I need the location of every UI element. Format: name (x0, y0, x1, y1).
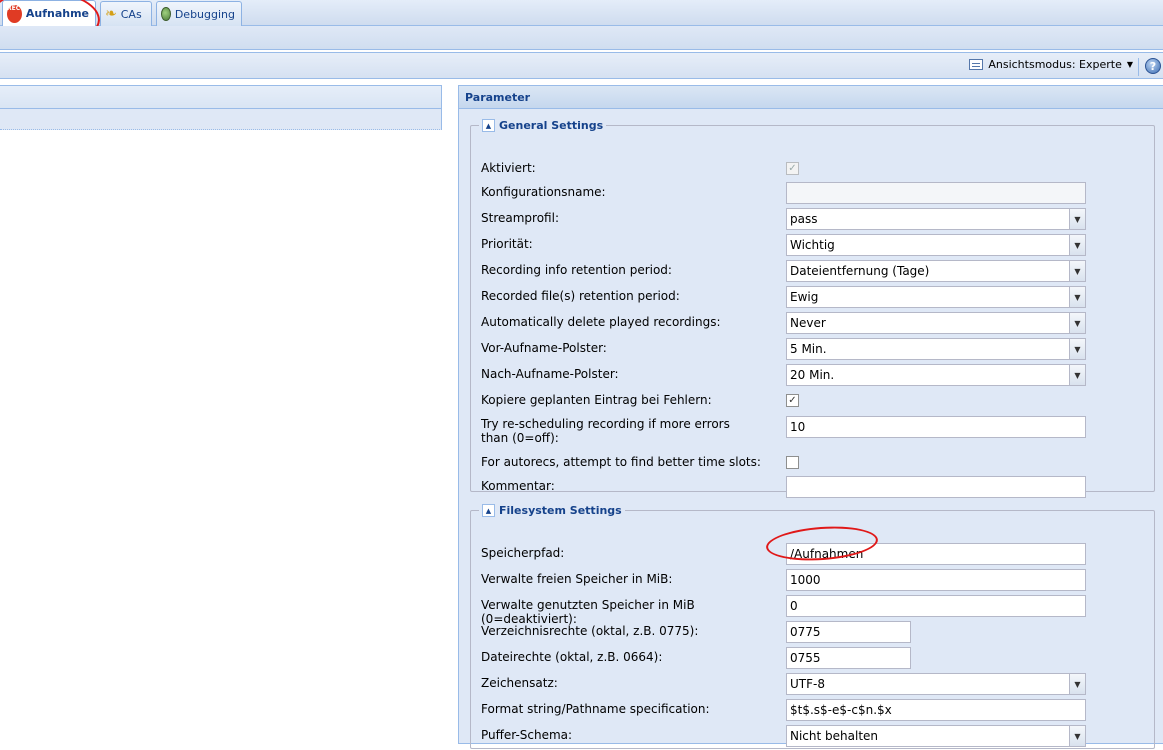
field-label: Vor-Aufname-Polster: (481, 341, 607, 355)
fieldset-title: General Settings (499, 119, 604, 132)
field-label: Recorded file(s) retention period: (481, 289, 680, 303)
field-label: Speicherpfad: (481, 546, 565, 560)
field-label: Dateirechte (oktal, z.B. 0664): (481, 650, 663, 664)
rescheduling-input[interactable]: 10 (786, 416, 1086, 438)
collapse-icon[interactable]: ▲ (482, 504, 495, 517)
filesystem-settings-legend: ▲ Filesystem Settings (479, 504, 625, 517)
field-label: Automatically delete played recordings: (481, 315, 721, 329)
tab-label: Debugging (174, 7, 235, 21)
select-value: Never (790, 316, 826, 330)
fieldset-title: Filesystem Settings (499, 504, 622, 517)
key-icon: ❧ (105, 6, 117, 22)
select-value: Ewig (790, 290, 819, 304)
field-info-retention: Recording info retention period: Dateien… (481, 260, 1141, 285)
view-mode-icon (969, 59, 984, 70)
field-label: Verwalte freien Speicher in MiB: (481, 572, 673, 586)
kommentar-input[interactable] (786, 476, 1086, 498)
frei-input[interactable]: 1000 (786, 569, 1086, 591)
auto-delete-select[interactable]: Never ▼ (786, 312, 1086, 334)
konfigname-input[interactable] (786, 182, 1086, 204)
tab-cas[interactable]: ❧ CAs (100, 1, 152, 26)
field-file-retention: Recorded file(s) retention period: Ewig … (481, 286, 1141, 311)
aktiviert-checkbox[interactable]: ✓ (786, 162, 799, 175)
select-value: 5 Min. (790, 342, 827, 356)
field-label: Puffer-Schema: (481, 728, 573, 742)
tab-debugging[interactable]: Debugging (156, 1, 242, 26)
format-input[interactable]: $t$.s$-e$-c$n.$x (786, 699, 1086, 721)
filesystem-settings-fieldset: ▲ Filesystem Settings Speicherpfad: /Auf… (470, 504, 1155, 749)
field-streamprofil: Streamprofil: pass ▼ (481, 208, 1141, 233)
info-retention-select[interactable]: Dateientfernung (Tage) ▼ (786, 260, 1086, 282)
verzrechte-input[interactable]: 0775 (786, 621, 911, 643)
streamprofil-select[interactable]: pass ▼ (786, 208, 1086, 230)
field-prioritaet: Priorität: Wichtig ▼ (481, 234, 1141, 259)
view-mode-menu[interactable]: Ansichtsmodus: Experte ▼ (969, 58, 1133, 71)
sub-tab-bar (0, 26, 1163, 50)
chevron-down-icon[interactable]: ▼ (1069, 234, 1086, 256)
field-nach-polster: Nach-Aufname-Polster: 20 Min. ▼ (481, 364, 1141, 389)
chevron-down-icon[interactable]: ▼ (1069, 286, 1086, 308)
select-value: Dateientfernung (Tage) (790, 264, 930, 278)
field-puffer: Puffer-Schema: Nicht behalten ▼ (481, 725, 1141, 750)
help-icon[interactable]: ? (1145, 58, 1161, 74)
file-retention-select[interactable]: Ewig ▼ (786, 286, 1086, 308)
vor-polster-select[interactable]: 5 Min. ▼ (786, 338, 1086, 360)
field-label: Streamprofil: (481, 211, 559, 225)
field-label: Recording info retention period: (481, 263, 672, 277)
tab-strip: REC Aufnahme ❧ CAs Debugging (0, 0, 1163, 26)
parameter-panel: Parameter ▲ General Settings Aktiviert: … (458, 85, 1163, 749)
field-zeichensatz: Zeichensatz: UTF-8 ▼ (481, 673, 1141, 698)
field-label: Verzeichnisrechte (oktal, z.B. 0775): (481, 624, 699, 638)
tab-aufnahme[interactable]: REC Aufnahme (2, 0, 96, 26)
nach-polster-select[interactable]: 20 Min. ▼ (786, 364, 1086, 386)
field-label: Zeichensatz: (481, 676, 558, 690)
field-label: Verwalte genutzten Speicher in MiB (0=de… (481, 598, 695, 626)
field-label: Kopiere geplanten Eintrag bei Fehlern: (481, 393, 712, 407)
toolbar: Ansichtsmodus: Experte ▼ ? (0, 52, 1163, 79)
zeichensatz-select[interactable]: UTF-8 ▼ (786, 673, 1086, 695)
select-value: Wichtig (790, 238, 835, 252)
chevron-down-icon[interactable]: ▼ (1069, 338, 1086, 360)
chevron-down-icon[interactable]: ▼ (1069, 208, 1086, 230)
field-label: For autorecs, attempt to find better tim… (481, 455, 761, 469)
chevron-down-icon[interactable]: ▼ (1069, 673, 1086, 695)
field-label: Kommentar: (481, 479, 555, 493)
chevron-down-icon: ▼ (1126, 60, 1133, 69)
genutzt-input[interactable]: 0 (786, 595, 1086, 617)
grid-row[interactable] (0, 109, 442, 130)
collapse-icon[interactable]: ▲ (482, 119, 495, 132)
field-label: Format string/Pathname specification: (481, 702, 710, 716)
select-value: 20 Min. (790, 368, 835, 382)
field-label: Try re-scheduling recording if more erro… (481, 417, 730, 445)
toolbar-separator (1138, 58, 1139, 76)
kopiere-checkbox[interactable]: ✓ (786, 394, 799, 407)
general-settings-fieldset: ▲ General Settings Aktiviert: ✓ Konfigur… (470, 119, 1155, 498)
field-label: Aktiviert: (481, 161, 536, 175)
prioritaet-select[interactable]: Wichtig ▼ (786, 234, 1086, 256)
select-value: pass (790, 212, 818, 226)
tab-label: CAs (120, 7, 142, 21)
chevron-down-icon[interactable]: ▼ (1069, 260, 1086, 282)
select-value: UTF-8 (790, 677, 825, 691)
field-auto-delete: Automatically delete played recordings: … (481, 312, 1141, 337)
tab-label: Aufnahme (25, 7, 89, 20)
speicherpfad-input[interactable]: /Aufnahmen (786, 543, 1086, 565)
panel-title: Parameter (459, 86, 1163, 109)
grid-header (0, 85, 442, 109)
general-settings-legend: ▲ General Settings (479, 119, 606, 132)
chevron-down-icon[interactable]: ▼ (1069, 312, 1086, 334)
dateirechte-input[interactable]: 0755 (786, 647, 911, 669)
debug-icon (161, 7, 171, 21)
field-label: Konfigurationsname: (481, 185, 606, 199)
field-vor-polster: Vor-Aufname-Polster: 5 Min. ▼ (481, 338, 1141, 363)
field-label: Nach-Aufname-Polster: (481, 367, 619, 381)
view-mode-label: Ansichtsmodus: Experte (988, 58, 1122, 71)
chevron-down-icon[interactable]: ▼ (1069, 364, 1086, 386)
autorecs-checkbox[interactable] (786, 456, 799, 469)
field-label: Priorität: (481, 237, 533, 251)
select-value: Nicht behalten (790, 729, 879, 743)
rec-icon: REC (7, 4, 22, 23)
